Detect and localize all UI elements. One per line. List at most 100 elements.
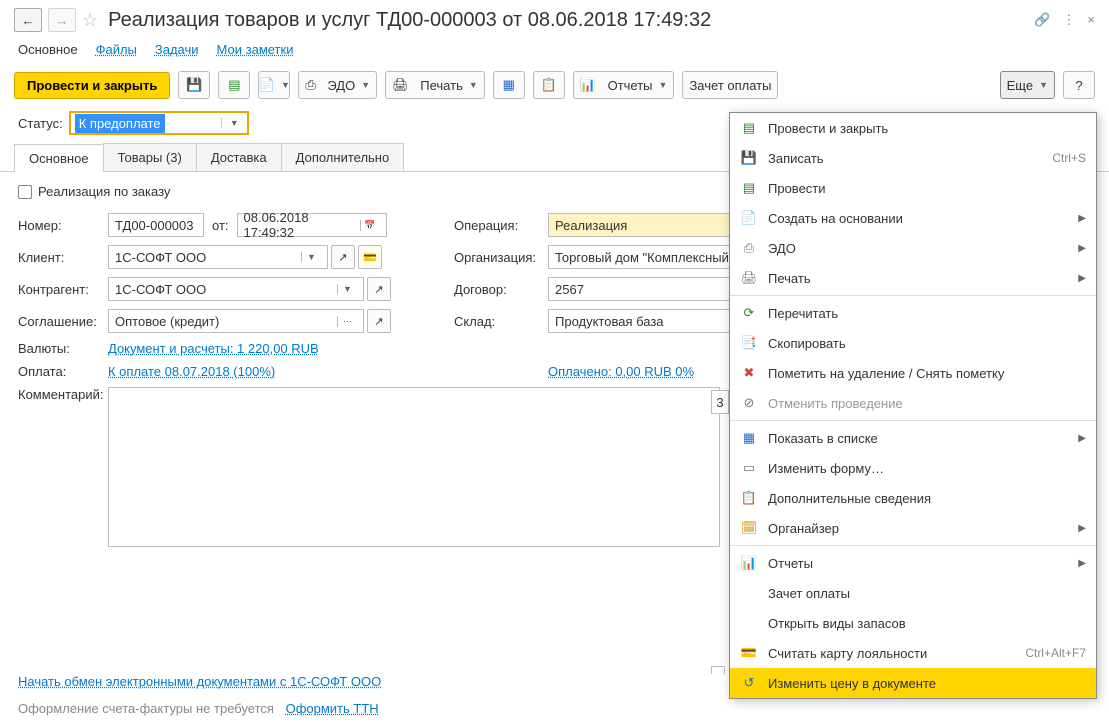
tab-delivery[interactable]: Доставка	[196, 143, 282, 171]
post-button[interactable]: ▤	[218, 71, 250, 99]
chevron-right-icon: ▶	[1078, 523, 1086, 534]
menu-change-price[interactable]: ↺Изменить цену в документе	[730, 668, 1096, 698]
tab-extra[interactable]: Дополнительно	[281, 143, 405, 171]
menu-reports[interactable]: 📊Отчеты▶	[730, 548, 1096, 578]
menu-show-list[interactable]: ▦Показать в списке▶	[730, 423, 1096, 453]
help-button[interactable]: ?	[1063, 71, 1095, 99]
org-input[interactable]: Торговый дом "Комплексный"	[548, 245, 754, 269]
subnav-files[interactable]: Файлы	[96, 42, 137, 57]
edo-icon: ⎙	[740, 239, 758, 257]
menu-change-form[interactable]: ▭Изменить форму…	[730, 453, 1096, 483]
menu-icon[interactable]: ⋮	[1062, 12, 1075, 28]
post-icon: ▤	[740, 179, 758, 197]
subnav: Основное Файлы Задачи Мои заметки	[0, 36, 1109, 67]
post-close-button[interactable]: Провести и закрыть	[14, 72, 170, 99]
menu-post-close[interactable]: ▤Провести и закрыть	[730, 113, 1096, 143]
toolbar: Провести и закрыть 💾 ▤ 📄▼ ⎙ ЭДО▼ 🖨 Печат…	[0, 67, 1109, 107]
list-icon: ▦	[740, 429, 758, 447]
menu-mark-delete[interactable]: ✖Пометить на удаление / Снять пометку	[730, 358, 1096, 388]
paid-link[interactable]: Оплачено: 0,00 RUB 0%	[548, 364, 694, 379]
menu-edo[interactable]: ⎙ЭДО▶	[730, 233, 1096, 263]
agr-input[interactable]: Оптовое (кредит)⋯	[108, 309, 364, 333]
curr-link[interactable]: Документ и расчеты: 1 220,00 RUB	[108, 341, 319, 356]
chevron-right-icon: ▶	[1078, 273, 1086, 284]
contr-input[interactable]: 1С-СОФТ ООО▼	[108, 277, 364, 301]
edo-start-link[interactable]: Начать обмен электронными документами с …	[18, 674, 381, 689]
menu-copy[interactable]: 📑Скопировать	[730, 328, 1096, 358]
tab-main[interactable]: Основное	[14, 144, 104, 172]
edo-button[interactable]: ⎙ ЭДО▼	[298, 71, 377, 99]
bottom-area: Начать обмен электронными документами с …	[0, 674, 729, 716]
wh-input[interactable]: Продуктовая база	[548, 309, 754, 333]
chevron-down-icon[interactable]: ▼	[337, 284, 357, 294]
more-menu: ▤Провести и закрыть 💾ЗаписатьCtrl+S ▤Про…	[729, 112, 1097, 699]
post-close-icon: ▤	[740, 119, 758, 137]
oform-ttn-link[interactable]: Оформить ТТН	[286, 701, 379, 716]
menu-print[interactable]: 🖨Печать▶	[730, 263, 1096, 293]
pay-link[interactable]: К оплате 08.07.2018 (100%)	[108, 364, 275, 379]
titlebar: ← → ☆ Реализация товаров и услуг ТД00-00…	[0, 0, 1109, 36]
agr-open-btn[interactable]: ↗	[367, 309, 391, 333]
subnav-tasks[interactable]: Задачи	[155, 42, 199, 57]
delete-icon: ✖	[740, 364, 758, 382]
menu-open-stock[interactable]: Открыть виды запасов	[730, 608, 1096, 638]
contr-open-btn[interactable]: ↗	[367, 277, 391, 301]
print-button[interactable]: 🖨 Печать▼	[385, 71, 485, 99]
status-label: Статус:	[18, 116, 63, 131]
chevron-right-icon: ▶	[1078, 243, 1086, 254]
list-button[interactable]: ▦	[493, 71, 525, 99]
refresh-icon: ⟳	[740, 304, 758, 322]
status-input[interactable]: К предоплате ▼	[69, 111, 249, 135]
link-icon[interactable]: 🔗	[1034, 12, 1050, 28]
form-icon: ▭	[740, 459, 758, 477]
number-input[interactable]: ТД00-000003	[108, 213, 204, 237]
from-label: от:	[212, 218, 229, 233]
tab-goods[interactable]: Товары (3)	[103, 143, 197, 171]
calendar-icon[interactable]: 📅	[360, 220, 380, 231]
offset-button[interactable]: Зачет оплаты	[682, 71, 778, 99]
save-icon: 💾	[740, 149, 758, 167]
operation-input[interactable]: Реализация	[548, 213, 754, 237]
by-order-checkbox[interactable]	[18, 185, 32, 199]
truncated-field[interactable]: 3	[711, 390, 729, 414]
client-input[interactable]: 1С-СОФТ ООО▼	[108, 245, 328, 269]
menu-save[interactable]: 💾ЗаписатьCtrl+S	[730, 143, 1096, 173]
star-icon[interactable]: ☆	[82, 10, 98, 31]
save-button[interactable]: 💾	[178, 71, 210, 99]
menu-add-info[interactable]: 📋Дополнительные сведения	[730, 483, 1096, 513]
date-input[interactable]: 08.06.2018 17:49:32📅	[237, 213, 387, 237]
edo-icon: ⎙	[305, 77, 315, 93]
contract-input[interactable]: 2567	[548, 277, 754, 301]
agr-label: Соглашение:	[18, 314, 108, 329]
menu-organizer[interactable]: 🗓Органайзер▶	[730, 513, 1096, 543]
addinfo-icon: 📋	[541, 77, 557, 93]
reports-icon: 📊	[740, 554, 758, 572]
operation-label: Операция:	[454, 218, 548, 233]
menu-post[interactable]: ▤Провести	[730, 173, 1096, 203]
client-card-btn[interactable]: 💳	[358, 245, 382, 269]
back-button[interactable]: ←	[14, 8, 42, 32]
close-icon[interactable]: ×	[1087, 12, 1095, 28]
menu-create-based[interactable]: 📄Создать на основании▶	[730, 203, 1096, 233]
menu-offset[interactable]: Зачет оплаты	[730, 578, 1096, 608]
forward-button[interactable]: →	[48, 8, 76, 32]
menu-reread[interactable]: ⟳Перечитать	[730, 298, 1096, 328]
comment-textarea[interactable]	[108, 387, 720, 547]
by-order-label: Реализация по заказу	[38, 184, 170, 199]
status-dropdown-icon[interactable]: ▼	[221, 118, 247, 128]
addinfo-button[interactable]: 📋	[533, 71, 565, 99]
dots-icon[interactable]: ⋯	[337, 316, 357, 327]
chevron-down-icon[interactable]: ▼	[301, 252, 321, 262]
more-button[interactable]: Еще▼	[1000, 71, 1055, 99]
comment-label: Комментарий:	[18, 387, 108, 402]
number-label: Номер:	[18, 218, 108, 233]
client-open-btn[interactable]: ↗	[331, 245, 355, 269]
subnav-main[interactable]: Основное	[18, 42, 78, 57]
create-based-btn[interactable]: 📄▼	[258, 71, 290, 99]
list-icon: ▦	[503, 77, 515, 93]
menu-loyalty[interactable]: 💳Считать карту лояльностиCtrl+Alt+F7	[730, 638, 1096, 668]
subnav-notes[interactable]: Мои заметки	[217, 42, 294, 57]
organizer-icon: 🗓	[740, 519, 758, 537]
status-value: К предоплате	[75, 114, 165, 133]
reports-button[interactable]: 📊 Отчеты▼	[573, 71, 675, 99]
